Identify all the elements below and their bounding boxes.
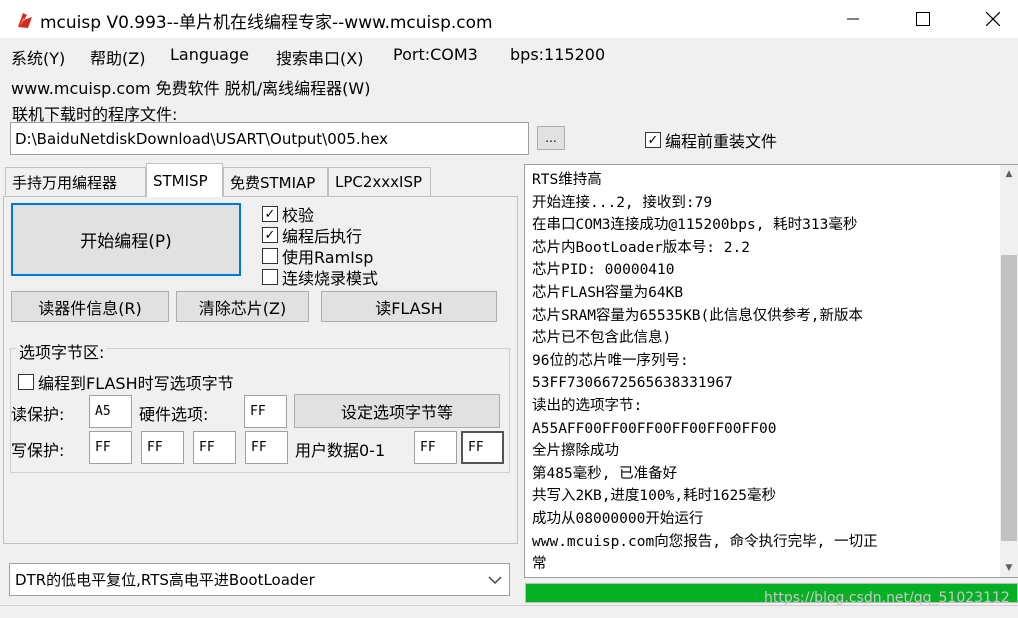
- watermark: https://blog.csdn.net/qq_51023112: [764, 590, 1010, 606]
- log-output[interactable]: RTS维持高开始连接...2, 接收到:79 在串口COM3连接成功@115200…: [524, 164, 1018, 578]
- verify-checkbox[interactable]: ✓: [262, 206, 278, 222]
- maximize-icon: [916, 12, 930, 26]
- menu-help[interactable]: 帮助(Z): [90, 45, 145, 69]
- hardware-options-label: 硬件选项:: [139, 405, 209, 424]
- menu-bps[interactable]: bps:115200: [510, 45, 605, 64]
- continuous-burn-label: 连续烧录模式: [282, 269, 379, 288]
- file-path-input[interactable]: [10, 122, 529, 155]
- read-flash-button[interactable]: 读FLASH: [321, 291, 497, 322]
- write-protect-field-3[interactable]: FF: [245, 431, 288, 464]
- minimize-icon: [847, 18, 859, 20]
- write-protect-field-0[interactable]: FF: [89, 431, 132, 464]
- write-protect-label: 写保护:: [11, 441, 65, 460]
- read-protect-label: 读保护:: [11, 405, 65, 424]
- write-option-bytes-label: 编程到FLASH时写选项字节: [38, 374, 234, 393]
- user-data-field-1[interactable]: FF: [461, 431, 504, 464]
- chevron-down-icon[interactable]: [485, 570, 505, 590]
- reload-checkbox[interactable]: ✓: [645, 132, 661, 148]
- menu-system[interactable]: 系统(Y): [11, 45, 65, 69]
- run-after-checkbox[interactable]: ✓: [262, 227, 278, 243]
- tab-stmisp[interactable]: STMISP: [146, 163, 223, 197]
- menu-port[interactable]: Port:COM3: [393, 45, 478, 64]
- minimize-button[interactable]: [830, 0, 876, 38]
- close-button[interactable]: [970, 0, 1016, 38]
- menu-language[interactable]: Language: [170, 45, 249, 64]
- log-line: 共写入2KB,进度100%,耗时1625毫秒: [532, 488, 776, 505]
- log-line: 53FF7306672565638331967: [532, 375, 733, 392]
- log-line: 成功从08000000开始运行: [532, 510, 704, 527]
- write-protect-field-1[interactable]: FF: [141, 431, 184, 464]
- write-option-bytes-checkbox[interactable]: [18, 374, 34, 390]
- close-icon: [986, 12, 1000, 26]
- read-protect-field[interactable]: A5: [89, 395, 132, 428]
- tab-free-stmiap[interactable]: 免费STMIAP: [223, 167, 328, 196]
- log-line: RTS维持高: [532, 172, 602, 188]
- log-scrollbar-thumb[interactable]: [1001, 255, 1017, 541]
- reload-file-option[interactable]: ✓ 编程前重装文件: [645, 128, 777, 152]
- tab-lpc2xxxisp[interactable]: LPC2xxxISP: [328, 167, 431, 196]
- log-line: 全片擦除成功: [532, 443, 619, 460]
- continuous-burn-option[interactable]: 连续烧录模式: [262, 265, 378, 289]
- log-line: 常: [532, 556, 547, 573]
- menu-offline-programmer[interactable]: www.mcuisp.com 免费软件 脱机/离线编程器(W): [11, 75, 370, 99]
- log-line: 芯片内BootLoader版本号: 2.2: [532, 239, 750, 256]
- use-ramisp-checkbox[interactable]: [262, 248, 278, 264]
- log-line: 芯片FLASH容量为64KB: [532, 284, 684, 301]
- erase-chip-button[interactable]: 清除芯片(Z): [176, 291, 309, 322]
- log-line: 芯片已不包含此信息): [532, 330, 672, 347]
- status-bar: [0, 605, 1018, 618]
- menu-search-port[interactable]: 搜索串口(X): [276, 45, 363, 69]
- browse-button[interactable]: ...: [537, 126, 565, 150]
- hardware-options-field[interactable]: FF: [244, 395, 287, 428]
- write-option-bytes-option[interactable]: 编程到FLASH时写选项字节: [18, 370, 234, 394]
- set-option-bytes-button[interactable]: 设定选项字节等: [294, 394, 500, 428]
- write-protect-field-2[interactable]: FF: [193, 431, 236, 464]
- read-device-info-button[interactable]: 读器件信息(R): [11, 291, 169, 322]
- log-line: 开始连接...2, 接收到:79: [532, 194, 713, 211]
- app-icon: [14, 9, 36, 31]
- start-programming-button[interactable]: 开始编程(P): [11, 203, 241, 276]
- log-line: A55AFF00FF00FF00FF00FF00FF00: [532, 420, 777, 437]
- log-line: 读出的选项字节:: [532, 397, 643, 414]
- log-line: 芯片PID: 00000410: [532, 262, 675, 279]
- user-data-field-0[interactable]: FF: [414, 431, 457, 464]
- scroll-down-icon[interactable]: ▼: [1000, 559, 1018, 577]
- reset-mode-select[interactable]: DTR的低电平复位,RTS高电平进BootLoader: [9, 563, 510, 596]
- log-lines: RTS维持高开始连接...2, 接收到:79 在串口COM3连接成功@115200…: [532, 169, 1000, 576]
- window-title: mcuisp V0.993--单片机在线编程专家--www.mcuisp.com: [40, 13, 493, 33]
- scroll-up-icon[interactable]: ▲: [1000, 165, 1018, 183]
- log-line: 96位的芯片唯一序列号:: [532, 352, 689, 369]
- reload-label: 编程前重装文件: [665, 132, 778, 151]
- log-line: 在串口COM3连接成功@115200bps, 耗时313毫秒: [532, 217, 858, 234]
- tab-handheld-programmer[interactable]: 手持万用编程器: [5, 167, 146, 196]
- log-line: 第485毫秒, 已准备好: [532, 465, 678, 482]
- user-data-label: 用户数据0-1: [295, 441, 386, 460]
- option-bytes-title: 选项字节区:: [17, 339, 107, 363]
- maximize-button[interactable]: [900, 0, 946, 38]
- log-line: www.mcuisp.com向您报告, 命令执行完毕, 一切正: [532, 533, 878, 550]
- continuous-burn-checkbox[interactable]: [262, 269, 278, 285]
- log-line: 芯片SRAM容量为65535KB(此信息仅供参考,新版本: [532, 307, 863, 324]
